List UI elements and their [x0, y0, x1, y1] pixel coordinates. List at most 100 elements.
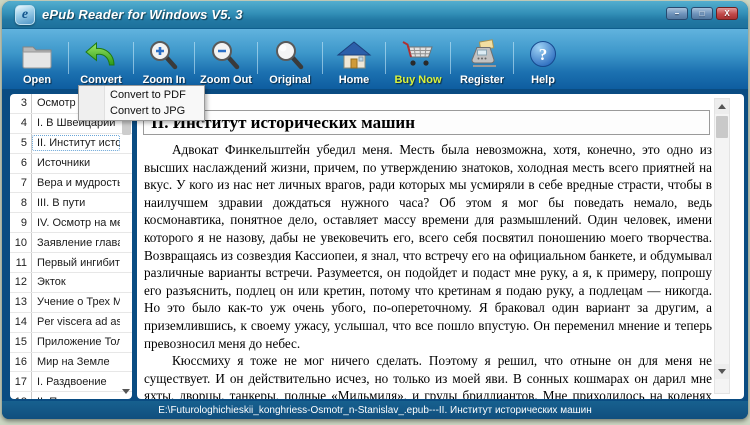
- open-button[interactable]: Open: [8, 30, 66, 86]
- toc-item[interactable]: 18 II. П: [10, 392, 132, 399]
- minimize-button[interactable]: –: [666, 7, 688, 20]
- scroll-down-icon[interactable]: [715, 364, 729, 379]
- toc-item[interactable]: 17 I. Раздвоение: [10, 372, 132, 393]
- toolbar-label: Buy Now: [394, 74, 442, 86]
- scroll-up-icon[interactable]: [715, 99, 729, 114]
- toc-item-number: 18: [10, 392, 32, 399]
- app-window: e ePub Reader for Windows V5. 3 – □ X Op…: [2, 1, 748, 419]
- toc-item[interactable]: 14 Per viscera ad astra[: [10, 312, 132, 333]
- toolbar-separator: [68, 42, 69, 74]
- toc-item-label: IV. Осмотр на месте: [37, 216, 120, 229]
- toc-item-label: II. Институт истори: [32, 135, 120, 152]
- toc-sidebar: 3 Осмотр на месте 4 I. В Швейцарии 5 II.…: [10, 94, 132, 399]
- help-icon: ?: [527, 37, 559, 73]
- toc-item-label: III. В пути: [37, 196, 86, 209]
- toolbar-separator: [513, 42, 514, 74]
- toolbar-separator: [194, 42, 195, 74]
- toc-item-number: 11: [10, 253, 32, 273]
- menu-item-convert-to-jpg[interactable]: Convert to JPG: [79, 103, 204, 119]
- toc-item-label: Приложение Толков: [37, 336, 120, 349]
- help-button[interactable]: ? Help: [516, 30, 570, 86]
- chapter-text: Адвокат Финкельштейн убедил меня. Месть …: [144, 141, 712, 399]
- toc-item-label: Заявление главаря: [37, 236, 120, 249]
- toolbar-separator: [133, 42, 134, 74]
- toc-item[interactable]: 10 Заявление главаря: [10, 233, 132, 254]
- toc-item[interactable]: 16 Мир на Земле: [10, 352, 132, 373]
- main-toolbar: Open Convert Zoom In Zoom Out Original H…: [2, 29, 748, 89]
- toc-item-number: 7: [10, 173, 32, 193]
- zoom-out-icon: [209, 37, 243, 73]
- toc-item-number: 12: [10, 273, 32, 292]
- window-title: ePub Reader for Windows V5. 3: [42, 7, 243, 22]
- svg-text:?: ?: [539, 45, 548, 64]
- toc-item-number: 14: [10, 312, 32, 332]
- toc-item-label: Экток: [37, 276, 66, 289]
- close-button[interactable]: X: [716, 7, 738, 20]
- toc-item-number: 13: [10, 292, 32, 312]
- zoom-in-button[interactable]: Zoom In: [136, 30, 192, 86]
- toc-item-label: I. Раздвоение: [37, 375, 107, 388]
- convert-arrow-icon: [83, 37, 119, 73]
- maximize-button[interactable]: □: [691, 7, 713, 20]
- folder-icon: [19, 37, 55, 73]
- toolbar-label: Help: [531, 74, 555, 86]
- register-button[interactable]: Register: [453, 30, 511, 86]
- toc-item-label: II. П: [32, 394, 120, 399]
- toc-item-label: Per viscera ad astra[: [37, 316, 120, 329]
- convert-button[interactable]: Convert: [71, 30, 131, 86]
- shopping-cart-icon: [400, 37, 436, 73]
- buy-now-button[interactable]: Buy Now: [388, 30, 448, 86]
- paragraph: Кюссмиху я тоже не мог ничего сделать. П…: [144, 353, 712, 399]
- toc-item[interactable]: 7 Вера и мудрость: [10, 173, 132, 194]
- convert-dropdown-menu: Convert to PDF Convert to JPG: [78, 85, 205, 121]
- toc-item-label: Мир на Земле: [37, 356, 110, 369]
- zoom-in-icon: [147, 37, 181, 73]
- toc-item[interactable]: 11 Первый ингибитор: [10, 253, 132, 274]
- sidebar-scroll-down-icon[interactable]: [121, 386, 131, 396]
- zoom-out-button[interactable]: Zoom Out: [197, 30, 255, 86]
- toolbar-separator: [257, 42, 258, 74]
- status-file-path: E:\Futurologhichieskii_konghriess-Osmotr…: [158, 404, 592, 416]
- menu-item-convert-to-pdf[interactable]: Convert to PDF: [79, 87, 204, 103]
- toc-item-number: 8: [10, 193, 32, 213]
- toc-item-number: 17: [10, 372, 32, 392]
- toc-item[interactable]: 13 Учение о Трех Мира: [10, 292, 132, 313]
- toc-item-label: Первый ингибитор: [37, 256, 120, 269]
- toolbar-label: Open: [22, 74, 52, 86]
- toolbar-separator: [322, 42, 323, 74]
- toc-item-number: 9: [10, 213, 32, 233]
- toc-item[interactable]: 9 IV. Осмотр на месте: [10, 213, 132, 234]
- toolbar-label: Original: [269, 74, 311, 86]
- toc-item-number: 16: [10, 352, 32, 372]
- home-button[interactable]: Home: [325, 30, 383, 86]
- toc-item-label: Источники: [37, 157, 91, 170]
- toc-item-label: Вера и мудрость: [37, 177, 120, 189]
- toolbar-separator: [450, 42, 451, 74]
- toc-item[interactable]: 15 Приложение Толков: [10, 332, 132, 353]
- toc-item[interactable]: 6 Источники: [10, 153, 132, 174]
- toolbar-label: Register: [459, 74, 505, 86]
- home-icon: [336, 37, 372, 73]
- title-bar: e ePub Reader for Windows V5. 3 – □ X: [2, 1, 748, 29]
- toc-item-selected[interactable]: 5 II. Институт истори: [10, 133, 132, 154]
- window-controls: – □ X: [666, 7, 738, 20]
- toc-item-number: 10: [10, 233, 32, 253]
- chapter-heading: II. Институт исторических машин: [143, 110, 710, 135]
- toc-item-number: 3: [10, 94, 32, 113]
- toc-item-number: 6: [10, 153, 32, 173]
- original-button[interactable]: Original: [260, 30, 320, 86]
- status-bar: E:\Futurologhichieskii_konghriess-Osmotr…: [2, 401, 748, 419]
- toolbar-label: Zoom Out: [200, 74, 252, 86]
- toc-item-label: Учение о Трех Мира: [37, 296, 120, 309]
- toolbar-separator: [385, 42, 386, 74]
- toc-item-number: 15: [10, 332, 32, 352]
- toc-item-number: 5: [10, 133, 32, 153]
- app-logo-icon: e: [15, 5, 35, 25]
- reader-content-panel: II. Институт исторических машин Адвокат …: [137, 94, 744, 399]
- toc-item[interactable]: 12 Экток: [10, 273, 132, 293]
- toc-item[interactable]: 8 III. В пути: [10, 193, 132, 214]
- toolbar-label: Home: [338, 74, 370, 86]
- card-reader-icon: [465, 37, 499, 73]
- content-scrollbar-thumb[interactable]: [716, 116, 728, 138]
- content-scrollbar: [714, 98, 730, 394]
